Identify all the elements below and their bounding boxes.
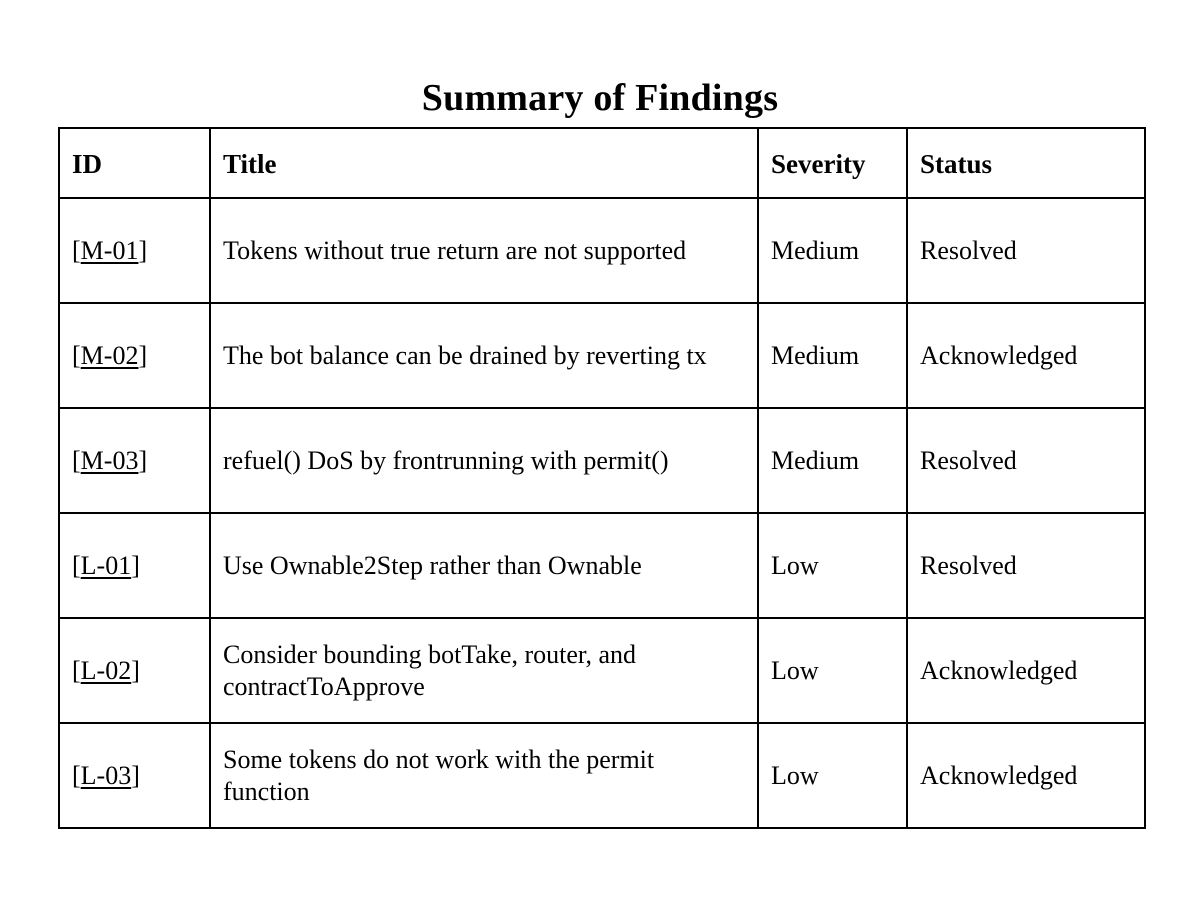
finding-severity: Medium xyxy=(757,302,908,409)
finding-id-link[interactable]: L-02 xyxy=(81,656,132,685)
finding-id-cell: [L-02] xyxy=(58,617,211,724)
finding-severity: Medium xyxy=(757,197,908,304)
table-row: [M-01] Tokens without true return are no… xyxy=(58,197,1146,304)
bracket-close: ] xyxy=(138,340,148,370)
document-page: Summary of Findings ID Title Severity St… xyxy=(0,0,1200,906)
column-header-id: ID xyxy=(58,127,211,199)
page-title: Summary of Findings xyxy=(421,77,779,120)
finding-id-cell: [M-03] xyxy=(58,407,211,514)
finding-id-cell: [M-01] xyxy=(58,197,211,304)
table-header-row: ID Title Severity Status xyxy=(58,127,1146,199)
table-body: [M-01] Tokens without true return are no… xyxy=(58,197,1146,829)
finding-title: Tokens without true return are not suppo… xyxy=(209,197,759,304)
summary-of-findings-table: ID Title Severity Status [M-01] Tokens w… xyxy=(58,127,1146,829)
finding-id-link[interactable]: M-01 xyxy=(81,236,139,265)
finding-status: Acknowledged xyxy=(906,617,1146,724)
finding-title: refuel() DoS by frontrunning with permit… xyxy=(209,407,759,514)
column-header-title: Title xyxy=(209,127,759,199)
column-header-severity: Severity xyxy=(757,127,908,199)
finding-id-cell: [M-02] xyxy=(58,302,211,409)
table-row: [M-02] The bot balance can be drained by… xyxy=(58,302,1146,409)
finding-severity: Medium xyxy=(757,407,908,514)
finding-severity: Low xyxy=(757,512,908,619)
finding-status: Resolved xyxy=(906,197,1146,304)
bracket-open: [ xyxy=(72,445,81,475)
table-row: [M-03] refuel() DoS by frontrunning with… xyxy=(58,407,1146,514)
finding-severity: Low xyxy=(757,722,908,829)
bracket-open: [ xyxy=(72,760,81,790)
finding-id-cell: [L-01] xyxy=(58,512,211,619)
bracket-open: [ xyxy=(72,235,81,265)
finding-title: The bot balance can be drained by revert… xyxy=(209,302,759,409)
table-row: [L-03] Some tokens do not work with the … xyxy=(58,722,1146,829)
bracket-close: ] xyxy=(131,655,140,685)
finding-status: Acknowledged xyxy=(906,302,1146,409)
bracket-close: ] xyxy=(138,445,148,475)
column-header-status: Status xyxy=(906,127,1146,199)
bracket-close: ] xyxy=(138,235,148,265)
table-row: [L-01] Use Ownable2Step rather than Owna… xyxy=(58,512,1146,619)
finding-id-link[interactable]: M-02 xyxy=(81,341,139,370)
bracket-open: [ xyxy=(72,340,81,370)
finding-status: Resolved xyxy=(906,407,1146,514)
finding-title: Use Ownable2Step rather than Ownable xyxy=(209,512,759,619)
finding-id-cell: [L-03] xyxy=(58,722,211,829)
finding-severity: Low xyxy=(757,617,908,724)
table-row: [L-02] Consider bounding botTake, router… xyxy=(58,617,1146,724)
bracket-open: [ xyxy=(72,550,81,580)
finding-id-link[interactable]: M-03 xyxy=(81,446,139,475)
finding-title: Consider bounding botTake, router, and c… xyxy=(209,617,759,724)
bracket-close: ] xyxy=(131,760,140,790)
bracket-close: ] xyxy=(131,550,140,580)
bracket-open: [ xyxy=(72,655,81,685)
finding-id-link[interactable]: L-01 xyxy=(81,551,132,580)
finding-id-link[interactable]: L-03 xyxy=(81,761,132,790)
finding-status: Acknowledged xyxy=(906,722,1146,829)
finding-title: Some tokens do not work with the permit … xyxy=(209,722,759,829)
finding-status: Resolved xyxy=(906,512,1146,619)
